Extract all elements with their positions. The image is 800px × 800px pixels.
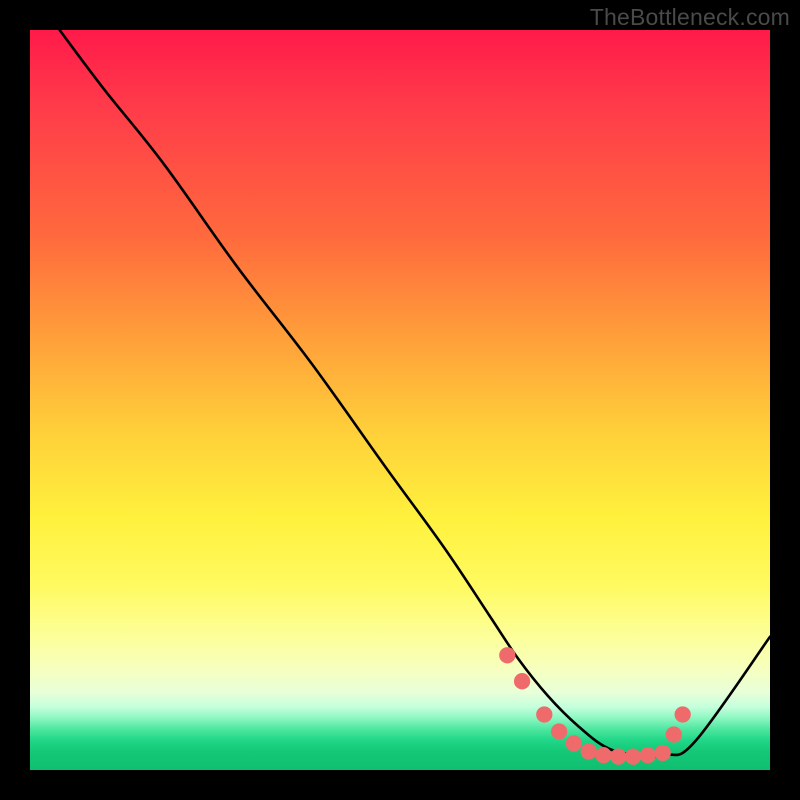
optimum-dot: [551, 723, 567, 739]
optimum-dot: [581, 743, 597, 759]
optimum-dot: [675, 706, 691, 722]
optimum-dot: [595, 747, 611, 763]
optimum-dot: [610, 749, 626, 765]
optimum-dot: [566, 735, 582, 751]
optimum-dot: [514, 673, 530, 689]
watermark-text: TheBottleneck.com: [590, 4, 790, 31]
marker-dots-svg: [30, 30, 770, 770]
chart-frame: TheBottleneck.com: [0, 0, 800, 800]
optimum-dot: [640, 747, 656, 763]
optimum-dots-group: [499, 647, 691, 765]
optimum-dot: [655, 745, 671, 761]
optimum-dot: [625, 749, 641, 765]
optimum-dot: [499, 647, 515, 663]
plot-area: [30, 30, 770, 770]
optimum-dot: [666, 726, 682, 742]
optimum-dot: [536, 706, 552, 722]
